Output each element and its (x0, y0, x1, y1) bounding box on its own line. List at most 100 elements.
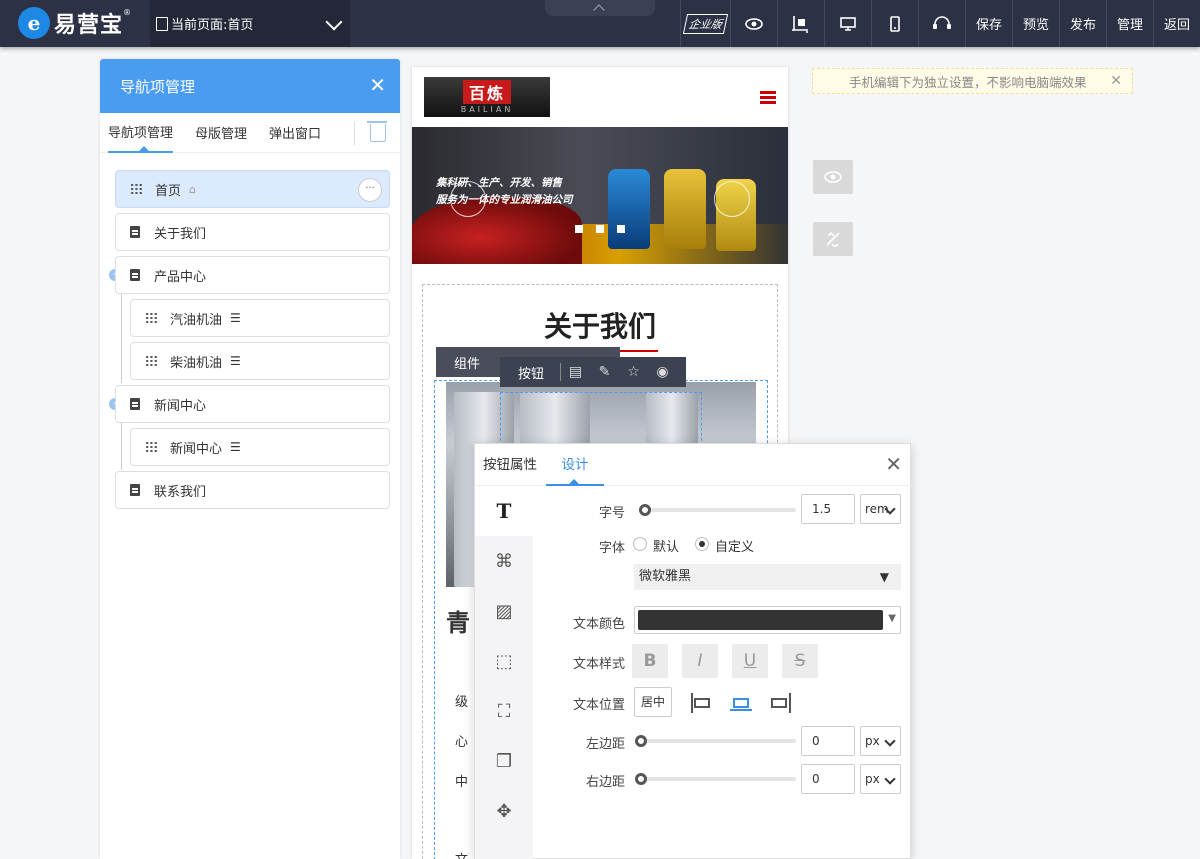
nav-item-label: 关于我们 (154, 226, 207, 242)
nav-item-diesel-oil[interactable]: 柴油机油 ☰ (130, 342, 390, 380)
list-icon: ☰ (230, 440, 241, 454)
mobile-icon[interactable] (871, 0, 918, 47)
about-section-title[interactable]: 关于我们 (412, 305, 788, 345)
back-button[interactable]: 返回 (1153, 0, 1200, 47)
tab-design[interactable]: 设计 (546, 444, 604, 486)
settings-icon[interactable]: ▤ (561, 364, 590, 380)
nav-item-gasoline-oil[interactable]: 汽油机油 ☰ (130, 299, 390, 337)
position-icon[interactable]: ✥ (475, 786, 533, 836)
manage-button[interactable]: 管理 (1106, 0, 1153, 47)
product-bottle-image (664, 169, 706, 249)
support-icon[interactable] (918, 0, 965, 47)
panel-title: 导航项管理 (120, 77, 196, 96)
close-icon[interactable]: ✕ (885, 454, 902, 474)
nav-item-products[interactable]: 产品中心 (115, 256, 390, 294)
margin-left-slider[interactable] (635, 735, 796, 747)
font-custom-radio[interactable] (695, 537, 709, 551)
border-icon[interactable]: ⬚ (475, 636, 533, 686)
nav-item-label: 产品中心 (154, 269, 207, 285)
current-page-selector[interactable]: 当前页面:首页 (150, 0, 350, 47)
text-icon[interactable]: T (475, 486, 533, 536)
nav-item-contact[interactable]: 联系我们 (115, 471, 390, 509)
drag-handle-icon[interactable] (145, 312, 158, 324)
home-icon: ⌂ (189, 182, 196, 196)
nav-item-home[interactable]: 首页 ⌂ ··· (115, 170, 390, 208)
logo-text: 易营宝 (54, 13, 124, 38)
nav-item-news-sub[interactable]: 新闻中心 ☰ (130, 428, 390, 466)
select-area-icon[interactable] (777, 0, 824, 47)
text-position-value[interactable]: 居中 (634, 687, 672, 717)
current-page-label: 当前页面:首页 (171, 18, 254, 33)
tab-popups[interactable]: 弹出窗口 (269, 113, 321, 153)
desktop-icon[interactable] (824, 0, 871, 47)
close-icon[interactable]: ✕ (1110, 73, 1122, 89)
design-icon[interactable]: ✎ (590, 364, 619, 380)
hamburger-menu-icon[interactable] (760, 91, 776, 94)
nav-item-about[interactable]: 关于我们 (115, 213, 390, 251)
effects-icon[interactable]: ⌘ (475, 536, 533, 586)
preview-button[interactable]: 预览 (1012, 0, 1059, 47)
slider-dot[interactable] (575, 225, 583, 233)
drag-handle-icon[interactable] (130, 183, 143, 195)
button-design-panel: 按钮属性 设计 ✕ T ⌘ ▨ ⬚ ⛶ ❐ ✥ 字号 1.5 rem 字体 默认… (474, 443, 912, 859)
bold-button[interactable]: B (632, 644, 668, 678)
tab-master-pages[interactable]: 母版管理 (195, 113, 247, 153)
italic-button[interactable]: I (682, 644, 718, 678)
close-icon[interactable]: ✕ (369, 75, 386, 95)
drag-handle-icon[interactable] (145, 441, 158, 453)
font-family-select[interactable]: 微软雅黑 (634, 564, 901, 590)
slider-knob[interactable] (639, 504, 651, 516)
panel-header: 导航项管理 ✕ (100, 59, 400, 113)
drag-handle-icon[interactable] (145, 355, 158, 367)
trash-icon[interactable] (367, 121, 387, 142)
text-fragment: 文 (455, 849, 468, 859)
eye-icon[interactable]: ◉ (648, 364, 677, 380)
margin-left-unit-select[interactable]: px (860, 726, 901, 756)
slider-dot[interactable] (596, 225, 604, 233)
banner-slider[interactable]: 集科研、生产、开发、销售 服务为一体的专业润滑油公司 (412, 127, 788, 264)
color-swatch (638, 610, 883, 630)
margin-right-slider[interactable] (635, 773, 796, 785)
text-fragment: 中 (455, 775, 469, 790)
collapse-toolbar-tab[interactable] (545, 0, 655, 16)
corner-icon[interactable]: ⛶ (475, 686, 533, 736)
margin-left-input[interactable]: 0 (801, 726, 855, 756)
nav-item-news[interactable]: 新闻中心 (115, 385, 390, 423)
logo-registered-mark: ® (123, 8, 132, 17)
site-logo[interactable]: 百炼 BAILIAN (424, 77, 550, 117)
font-size-slider[interactable] (639, 504, 796, 516)
more-options-button[interactable]: ··· (358, 178, 382, 202)
nav-item-label: 新闻中心 (154, 398, 207, 414)
font-size-input[interactable]: 1.5 (801, 494, 855, 524)
align-right-icon[interactable] (769, 693, 791, 713)
nav-item-label: 汽油机油 (170, 312, 223, 328)
list-icon: ☰ (230, 311, 241, 325)
save-button[interactable]: 保存 (965, 0, 1012, 47)
tab-button-properties[interactable]: 按钮属性 (483, 444, 537, 486)
margin-right-unit-select[interactable]: px (860, 764, 901, 794)
eye-icon[interactable] (813, 160, 853, 194)
underline-button[interactable]: U (732, 644, 768, 678)
slider-knob[interactable] (635, 735, 647, 747)
eye-icon[interactable] (730, 0, 777, 47)
margin-right-input[interactable]: 0 (801, 764, 855, 794)
publish-button[interactable]: 发布 (1059, 0, 1106, 47)
text-color-picker[interactable]: ▼ (634, 606, 901, 634)
slider-knob[interactable] (635, 773, 647, 785)
align-left-icon[interactable] (691, 693, 713, 713)
tab-navigation[interactable]: 导航项管理 (108, 113, 174, 153)
slider-dot[interactable] (617, 225, 625, 233)
text-position-label: 文本位置 (572, 698, 625, 713)
slider-next-button[interactable] (714, 181, 750, 217)
font-size-unit-select[interactable]: rem (860, 494, 901, 524)
shadow-icon[interactable]: ❐ (475, 736, 533, 786)
text-fragment: 心 (455, 735, 469, 750)
slider-prev-button[interactable] (450, 181, 486, 217)
background-icon[interactable]: ▨ (475, 586, 533, 636)
strikethrough-button[interactable]: S (782, 644, 818, 678)
star-icon[interactable]: ☆ (619, 364, 648, 380)
font-default-radio[interactable] (633, 537, 647, 551)
align-center-icon[interactable] (730, 693, 752, 711)
design-tools-icon[interactable] (813, 222, 853, 256)
text-fragment: 级 (455, 695, 469, 710)
